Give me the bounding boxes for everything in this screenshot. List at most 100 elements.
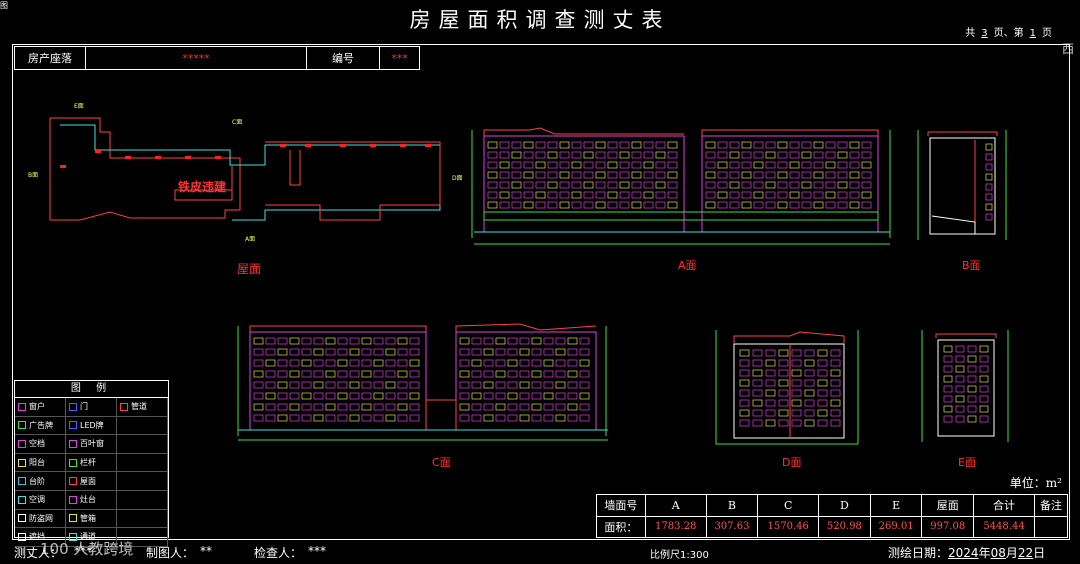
legend-entry: 空调: [15, 490, 66, 509]
window-mark: [487, 161, 498, 169]
window-mark: [511, 201, 522, 209]
window-mark: [397, 381, 408, 389]
window-mark: [830, 419, 841, 427]
window-mark: [752, 379, 763, 387]
window-mark: [559, 151, 570, 159]
window-mark: [555, 337, 566, 345]
legend-swatch-icon: [18, 514, 26, 523]
window-mark: [253, 392, 264, 400]
window-mark: [837, 161, 848, 169]
window-mark: [579, 403, 590, 411]
window-mark: [752, 359, 763, 367]
window-mark: [789, 141, 800, 149]
legend-title: 图 例: [15, 381, 168, 398]
window-mark: [739, 389, 750, 397]
window-mark: [373, 392, 384, 400]
window-mark: [739, 409, 750, 417]
window-mark: [607, 191, 618, 199]
window-mark: [777, 191, 788, 199]
legend-swatch-icon: [18, 439, 26, 448]
window-mark: [337, 381, 348, 389]
window-mark: [705, 191, 716, 199]
window-mark: [313, 414, 324, 422]
window-mark: [791, 409, 802, 417]
window-mark: [739, 419, 750, 427]
window-mark: [519, 403, 530, 411]
window-mark: [804, 369, 815, 377]
window-mark: [349, 370, 360, 378]
window-mark: [825, 151, 836, 159]
legend-swatch-icon: [69, 458, 77, 467]
window-mark: [579, 359, 590, 367]
window-mark: [643, 201, 654, 209]
window-mark: [729, 191, 740, 199]
window-mark: [471, 392, 482, 400]
window-mark: [817, 399, 828, 407]
roof-label: 屋面: [237, 262, 261, 276]
window-mark: [313, 359, 324, 367]
window-mark: [397, 348, 408, 356]
window-mark: [667, 151, 678, 159]
window-mark: [543, 337, 554, 345]
window-mark: [817, 369, 828, 377]
window-mark: [753, 151, 764, 159]
window-mark: [499, 161, 510, 169]
window-mark: [337, 348, 348, 356]
window-mark: [979, 355, 989, 363]
view-label-a: A面: [678, 259, 697, 272]
window-mark: [471, 370, 482, 378]
window-mark: [778, 389, 789, 397]
window-mark: [265, 359, 276, 367]
window-mark: [655, 201, 666, 209]
window-mark: [753, 161, 764, 169]
window-mark: [579, 414, 590, 422]
window-mark: [985, 203, 993, 211]
window-mark: [643, 141, 654, 149]
area-table: 墙面号 A B C D E 屋面 合计 备注 面积： 1783.28 307.63 1570.46…: [596, 494, 1069, 538]
window-mark: [325, 381, 336, 389]
window-mark: [555, 414, 566, 422]
window-mark: [523, 171, 534, 179]
elevation-e: [921, 330, 1009, 442]
legend-entry: 屋面: [66, 472, 117, 490]
window-mark: [373, 348, 384, 356]
window-mark: [301, 414, 312, 422]
window-mark: [607, 161, 618, 169]
window-mark: [655, 171, 666, 179]
window-mark: [277, 392, 288, 400]
elevation-e-windows: [943, 345, 989, 423]
window-mark: [752, 419, 763, 427]
window-mark: [595, 151, 606, 159]
window-mark: [813, 181, 824, 189]
window-mark: [825, 191, 836, 199]
window-mark: [861, 171, 872, 179]
window-mark: [765, 191, 776, 199]
window-mark: [579, 337, 590, 345]
window-mark: [543, 381, 554, 389]
window-mark: [643, 151, 654, 159]
window-mark: [579, 348, 590, 356]
window-mark: [801, 201, 812, 209]
legend-row: 广告牌 LED牌: [15, 416, 168, 436]
view-label-c: C面: [432, 456, 451, 469]
window-mark: [631, 201, 642, 209]
window-mark: [519, 381, 530, 389]
window-mark: [813, 201, 824, 209]
window-mark: [507, 381, 518, 389]
window-mark: [385, 403, 396, 411]
legend-label: 空档: [29, 439, 45, 449]
legend-swatch-icon: [69, 495, 77, 504]
window-mark: [985, 153, 993, 161]
legend-label: 管道: [131, 402, 147, 412]
window-mark: [301, 337, 312, 345]
window-mark: [655, 181, 666, 189]
window-mark: [567, 381, 578, 389]
window-mark: [483, 381, 494, 389]
window-mark: [595, 171, 606, 179]
window-mark: [519, 348, 530, 356]
window-mark: [861, 161, 872, 169]
window-mark: [765, 419, 776, 427]
legend-row: 台阶 屋面: [15, 472, 168, 491]
window-mark: [483, 392, 494, 400]
window-mark: [559, 181, 570, 189]
